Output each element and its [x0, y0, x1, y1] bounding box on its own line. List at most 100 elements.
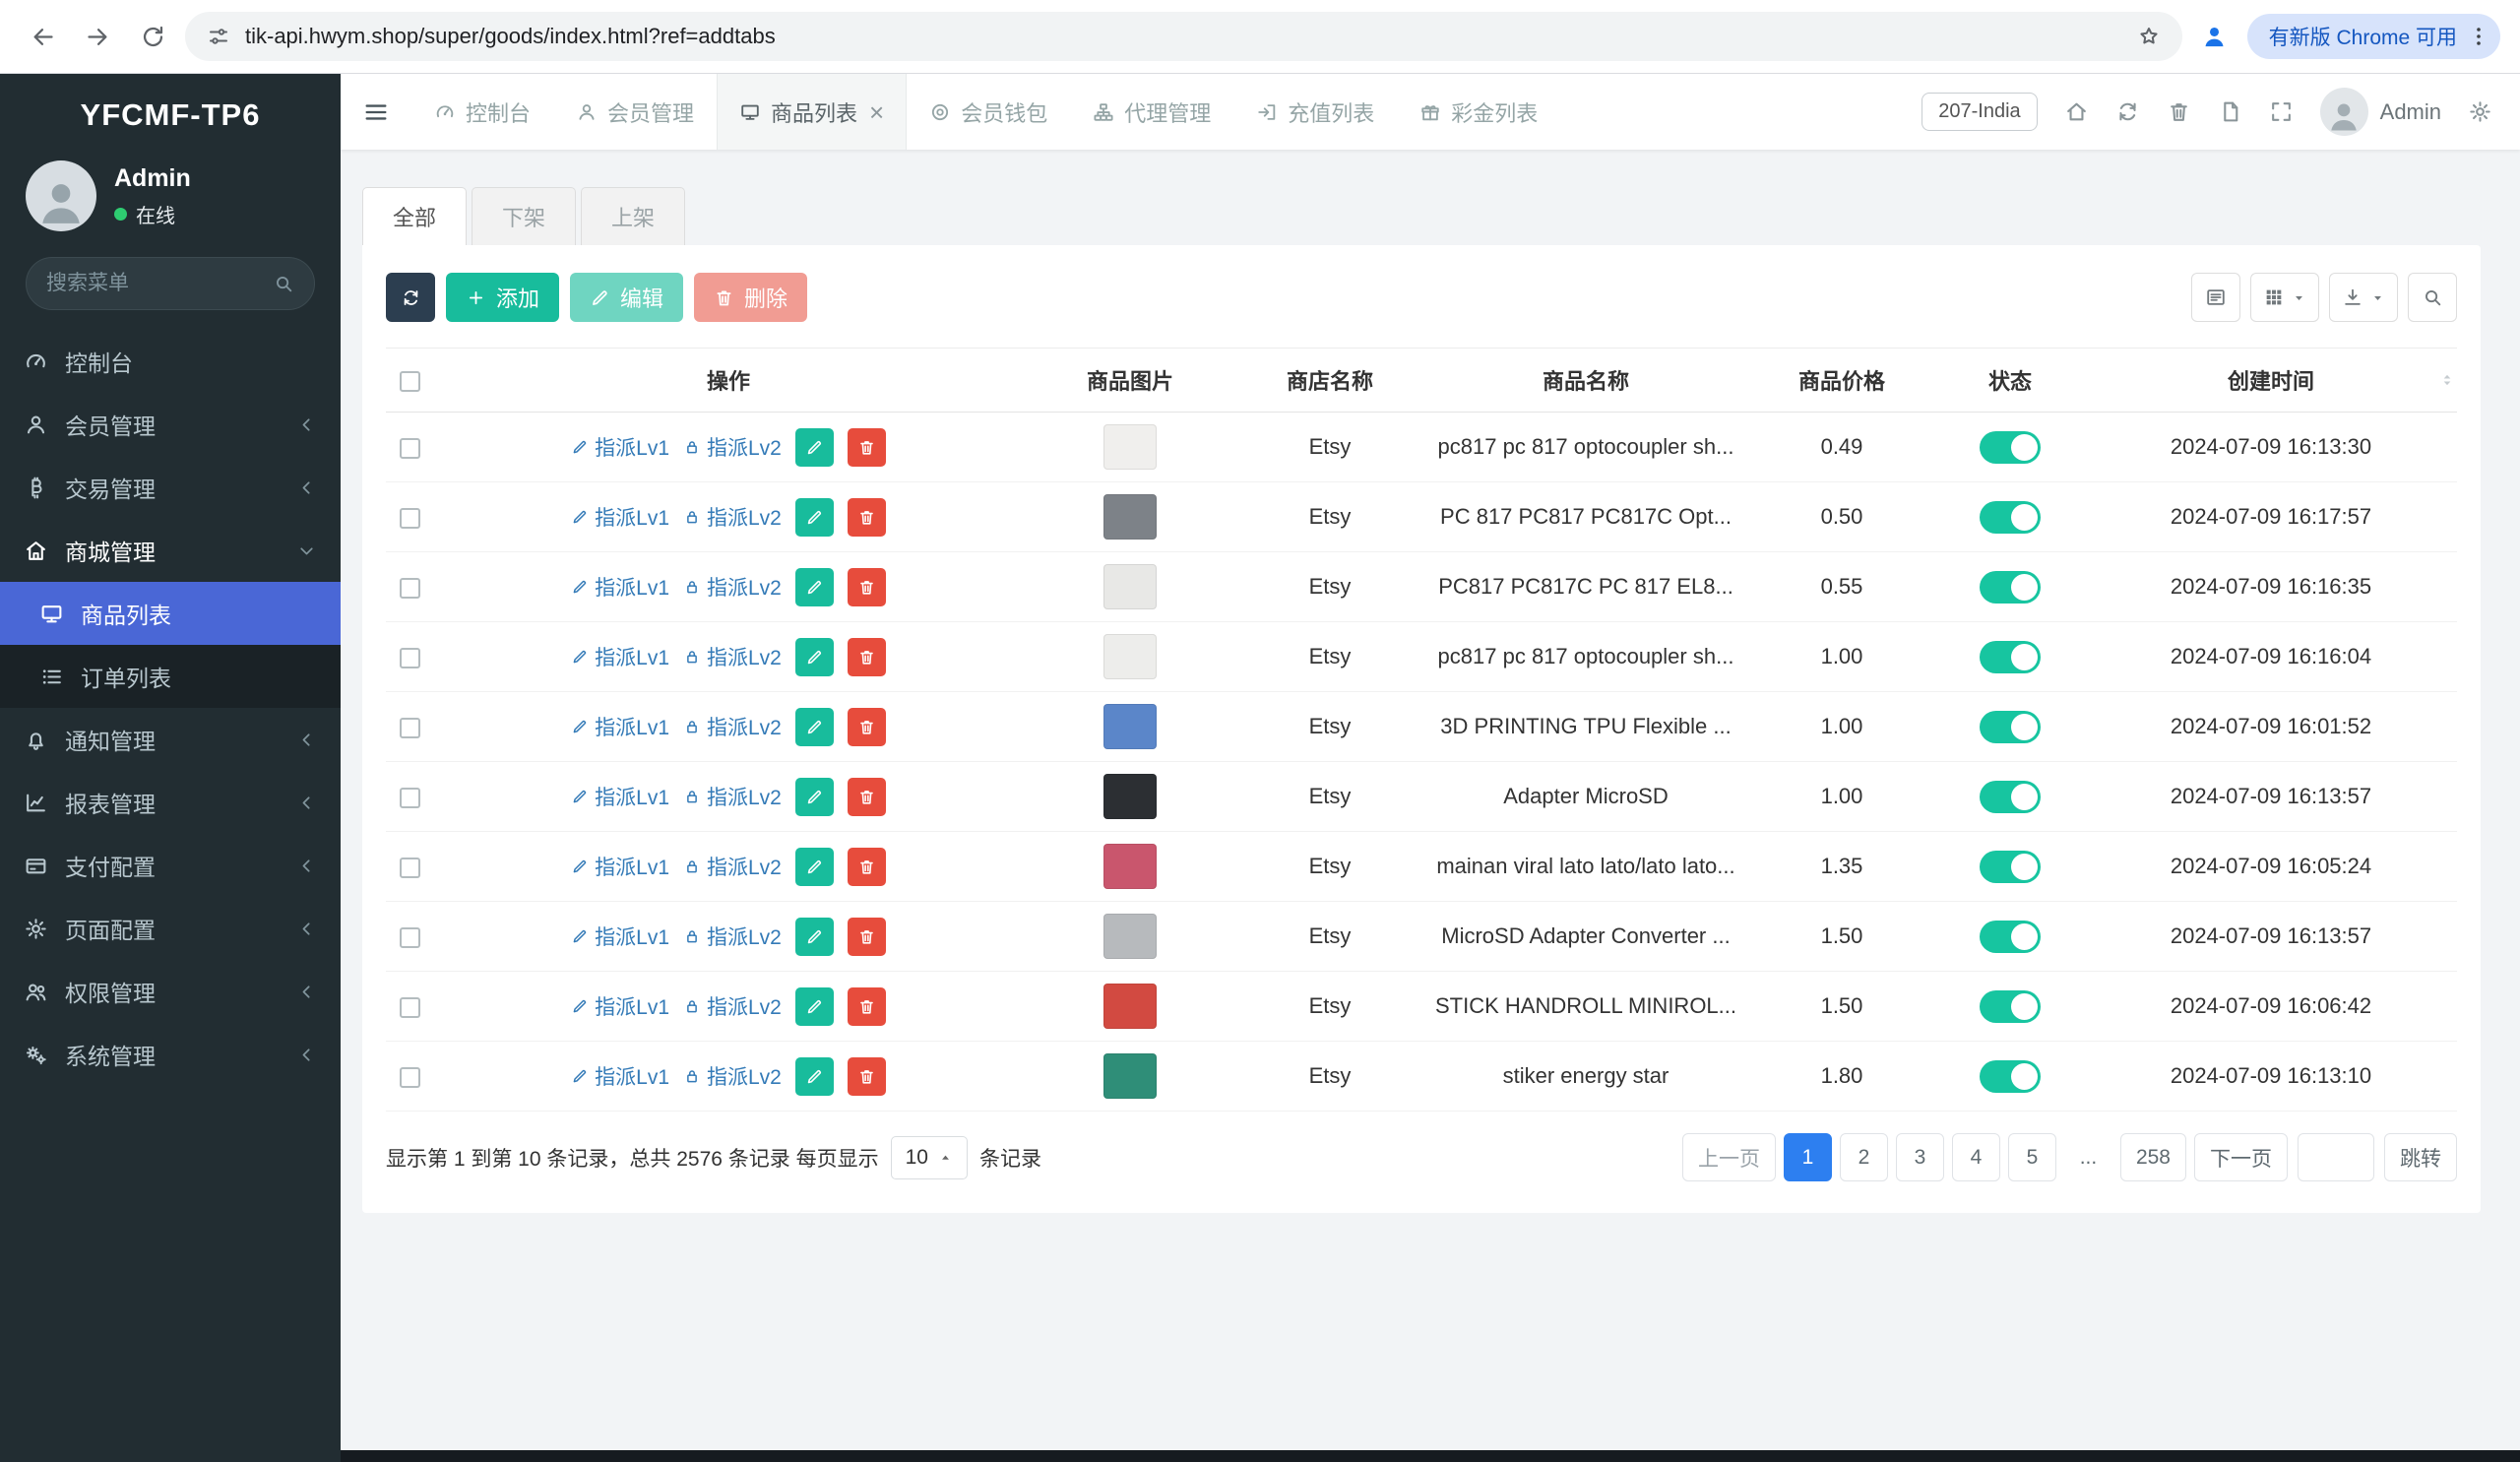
- column-header[interactable]: 商店名称: [1236, 348, 1423, 413]
- row-edit-button[interactable]: [794, 917, 834, 956]
- column-header[interactable]: 操作: [433, 348, 1024, 413]
- status-toggle[interactable]: [1980, 710, 2041, 743]
- settings-gear-icon[interactable]: [2468, 99, 2492, 124]
- fullscreen-icon[interactable]: [2269, 99, 2294, 124]
- refresh-button[interactable]: [386, 273, 435, 322]
- nav-tab[interactable]: 充值列表: [1233, 74, 1397, 150]
- column-header[interactable]: 商品价格: [1748, 348, 1935, 413]
- column-header[interactable]: 创建时间: [2085, 348, 2457, 413]
- assign-lv2-link[interactable]: 指派Lv2: [683, 991, 782, 1021]
- page-number-button[interactable]: 5: [2007, 1133, 2056, 1181]
- row-checkbox[interactable]: [399, 507, 420, 529]
- prev-page-button[interactable]: 上一页: [1681, 1133, 1776, 1181]
- row-edit-button[interactable]: [794, 1056, 834, 1096]
- row-delete-button[interactable]: [847, 707, 886, 746]
- assign-lv2-link[interactable]: 指派Lv2: [683, 432, 782, 462]
- assign-lv2-link[interactable]: 指派Lv2: [683, 502, 782, 532]
- jump-page-input[interactable]: [2298, 1133, 2374, 1181]
- sidebar-item[interactable]: 交易管理: [0, 456, 341, 519]
- status-toggle[interactable]: [1980, 570, 2041, 604]
- sidebar-item[interactable]: 通知管理: [0, 708, 341, 771]
- kebab-menu-icon[interactable]: [2467, 25, 2490, 48]
- assign-lv2-link[interactable]: 指派Lv2: [683, 852, 782, 881]
- row-edit-button[interactable]: [794, 637, 834, 676]
- assign-lv1-link[interactable]: 指派Lv1: [571, 572, 669, 602]
- assign-lv1-link[interactable]: 指派Lv1: [571, 782, 669, 811]
- nav-tab[interactable]: 代理管理: [1070, 74, 1233, 150]
- assign-lv2-link[interactable]: 指派Lv2: [683, 1061, 782, 1091]
- status-toggle[interactable]: [1980, 780, 2041, 813]
- address-bar[interactable]: tik-api.hwym.shop/super/goods/index.html…: [185, 12, 2182, 61]
- filter-tab[interactable]: 上架: [581, 187, 686, 245]
- row-checkbox[interactable]: [399, 926, 420, 948]
- row-checkbox[interactable]: [399, 437, 420, 459]
- page-number-button[interactable]: 1: [1783, 1133, 1832, 1181]
- page-number-button[interactable]: 4: [1951, 1133, 2000, 1181]
- row-checkbox[interactable]: [399, 1066, 420, 1088]
- url-text[interactable]: tik-api.hwym.shop/super/goods/index.html…: [245, 24, 2122, 49]
- assign-lv2-link[interactable]: 指派Lv2: [683, 922, 782, 951]
- filter-tab[interactable]: 下架: [472, 187, 577, 245]
- assign-lv1-link[interactable]: 指派Lv1: [571, 1061, 669, 1091]
- trash-icon[interactable]: [2167, 99, 2191, 124]
- back-button[interactable]: [20, 14, 65, 59]
- export-dropdown-button[interactable]: [2329, 273, 2398, 322]
- sidebar-toggle-button[interactable]: [341, 74, 411, 150]
- assign-lv2-link[interactable]: 指派Lv2: [683, 642, 782, 671]
- next-page-button[interactable]: 下一页: [2194, 1133, 2288, 1181]
- nav-tab[interactable]: 商品列表 ×: [717, 74, 908, 150]
- document-icon[interactable]: [2218, 99, 2242, 124]
- home-icon[interactable]: [2064, 99, 2089, 124]
- select-all-checkbox[interactable]: [399, 370, 420, 392]
- row-delete-button[interactable]: [847, 847, 886, 886]
- edit-button[interactable]: 编辑: [570, 273, 684, 322]
- refresh-icon[interactable]: [2115, 99, 2140, 124]
- sidebar-item[interactable]: 控制台: [0, 330, 341, 393]
- menu-search-input[interactable]: [46, 272, 263, 295]
- sidebar-subitem[interactable]: 订单列表: [0, 645, 341, 708]
- assign-lv1-link[interactable]: 指派Lv1: [571, 432, 669, 462]
- assign-lv1-link[interactable]: 指派Lv1: [571, 642, 669, 671]
- assign-lv1-link[interactable]: 指派Lv1: [571, 922, 669, 951]
- row-checkbox[interactable]: [399, 577, 420, 599]
- status-toggle[interactable]: [1980, 920, 2041, 953]
- sidebar-subitem[interactable]: 商品列表: [0, 582, 341, 645]
- page-number-button[interactable]: 3: [1895, 1133, 1944, 1181]
- page-size-select[interactable]: 10: [890, 1135, 968, 1179]
- status-toggle[interactable]: [1980, 640, 2041, 673]
- nav-tab[interactable]: 彩金列表: [1397, 74, 1560, 150]
- profile-icon[interactable]: [2192, 14, 2237, 59]
- delete-button[interactable]: 删除: [694, 273, 808, 322]
- assign-lv1-link[interactable]: 指派Lv1: [571, 852, 669, 881]
- sidebar-item[interactable]: 权限管理: [0, 960, 341, 1023]
- assign-lv1-link[interactable]: 指派Lv1: [571, 991, 669, 1021]
- detail-view-button[interactable]: [2191, 273, 2240, 322]
- row-delete-button[interactable]: [847, 567, 886, 606]
- status-toggle[interactable]: [1980, 500, 2041, 534]
- row-delete-button[interactable]: [847, 1056, 886, 1096]
- row-edit-button[interactable]: [794, 707, 834, 746]
- assign-lv2-link[interactable]: 指派Lv2: [683, 712, 782, 741]
- jump-button[interactable]: 跳转: [2384, 1133, 2457, 1181]
- row-delete-button[interactable]: [847, 917, 886, 956]
- bookmark-star-icon[interactable]: [2137, 25, 2161, 48]
- assign-lv1-link[interactable]: 指派Lv1: [571, 502, 669, 532]
- sidebar-item[interactable]: 系统管理: [0, 1023, 341, 1086]
- nav-tab[interactable]: 会员管理: [553, 74, 717, 150]
- row-delete-button[interactable]: [847, 637, 886, 676]
- row-checkbox[interactable]: [399, 996, 420, 1018]
- column-header[interactable]: 商品图片: [1024, 348, 1236, 413]
- sidebar-item[interactable]: 会员管理: [0, 393, 341, 456]
- row-delete-button[interactable]: [847, 497, 886, 537]
- row-checkbox[interactable]: [399, 717, 420, 738]
- reload-button[interactable]: [130, 14, 175, 59]
- row-delete-button[interactable]: [847, 777, 886, 816]
- nav-tab[interactable]: 会员钱包: [907, 74, 1070, 150]
- sidebar-item[interactable]: 页面配置: [0, 897, 341, 960]
- status-toggle[interactable]: [1980, 1059, 2041, 1093]
- row-edit-button[interactable]: [794, 847, 834, 886]
- assign-lv2-link[interactable]: 指派Lv2: [683, 782, 782, 811]
- site-info-icon[interactable]: [207, 25, 230, 48]
- row-checkbox[interactable]: [399, 857, 420, 878]
- row-edit-button[interactable]: [794, 567, 834, 606]
